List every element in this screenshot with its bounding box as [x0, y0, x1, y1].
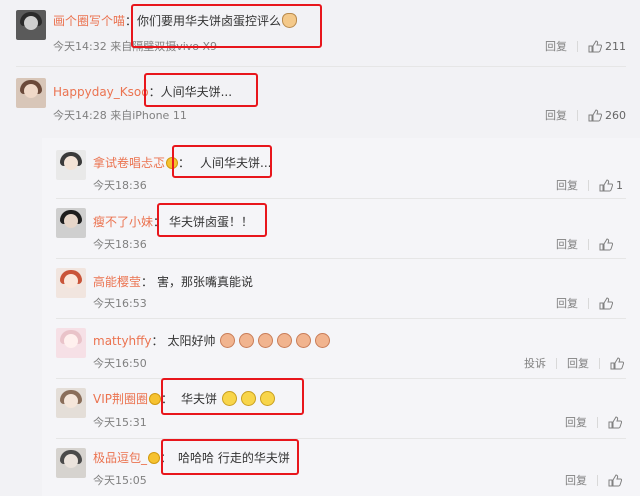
thumbs-up-icon — [588, 108, 602, 121]
divider — [597, 474, 598, 486]
avatar[interactable] — [16, 78, 46, 108]
thumbs-up-icon — [599, 296, 613, 309]
reply-meta: 今天16:53 — [93, 297, 147, 310]
reply-meta: 今天15:31 — [93, 416, 147, 429]
reply-item: mattyhffy： 太阳好帅 今天16:50 投诉 回复 — [0, 320, 640, 378]
avatar[interactable] — [56, 208, 86, 238]
avatar[interactable] — [56, 448, 86, 478]
avatar[interactable] — [56, 150, 86, 180]
thumbs-up-icon — [608, 473, 622, 486]
highlight-box — [161, 378, 304, 415]
reply-item: 高能樱莹： 害，那张嘴真能说 今天16:53 回复 — [0, 260, 640, 318]
member-badge-icon — [148, 452, 161, 464]
reply-button[interactable]: 回复 — [556, 295, 578, 311]
avatar[interactable] — [16, 10, 46, 40]
divider — [588, 179, 589, 191]
divider — [588, 297, 589, 309]
reply-meta: 今天16:50 — [93, 357, 147, 370]
reply-item: 瘦不了小妹： 华夫饼卤蛋！！ 今天18:36 回复 — [0, 200, 640, 258]
thumbs-up-icon — [599, 178, 613, 191]
divider-line — [56, 198, 626, 199]
reply-button[interactable]: 回复 — [556, 236, 578, 252]
reply-text: 太阳好帅 — [167, 334, 216, 348]
divider-line — [56, 258, 626, 259]
like-button[interactable] — [599, 296, 616, 310]
highlight-box — [172, 145, 272, 178]
divider — [599, 357, 600, 369]
thumbs-up-icon — [608, 415, 622, 428]
divider-line — [16, 66, 626, 67]
divider — [588, 238, 589, 250]
reply-item: 极品逗包_：哈哈哈 行走的华夫饼 今天15:05 回复 — [0, 440, 640, 496]
highlight-box — [144, 73, 258, 107]
reply-meta: 今天15:05 — [93, 474, 147, 487]
reply-button[interactable]: 回复 — [567, 355, 589, 371]
reply-item: VIP荆圈圈：华夫饼 今天15:31 回复 — [0, 380, 640, 438]
thumbs-up-icon — [588, 39, 602, 52]
like-button[interactable] — [610, 356, 627, 370]
reply-button[interactable]: 回复 — [565, 472, 587, 488]
like-button[interactable]: 1 — [599, 179, 623, 192]
thumbs-up-icon — [610, 356, 624, 369]
like-button[interactable] — [608, 415, 625, 429]
highlight-box — [161, 439, 299, 475]
avatar[interactable] — [56, 268, 86, 298]
comment-username[interactable]: Happyday_Ksoo — [53, 85, 149, 99]
avatar[interactable] — [56, 388, 86, 418]
reply-username[interactable]: VIP荆圈圈 — [93, 392, 148, 406]
reply-button[interactable]: 回复 — [565, 414, 587, 430]
report-button[interactable]: 投诉 — [524, 355, 546, 371]
divider — [577, 109, 578, 121]
pig-emoji-icon — [315, 333, 331, 348]
like-count: 260 — [605, 108, 626, 122]
pig-emoji-icon — [258, 333, 274, 348]
reply-button[interactable]: 回复 — [556, 177, 578, 193]
reply-item: 拿试卷唱忐忑：人间华夫饼... 今天18:36 回复 1 — [0, 140, 640, 198]
pig-emoji-icon — [277, 333, 293, 348]
reply-username[interactable]: 瘦不了小妹 — [93, 215, 153, 229]
like-button[interactable] — [599, 237, 616, 251]
divider-line — [56, 318, 626, 319]
divider — [556, 357, 557, 369]
pig-emoji-icon — [296, 333, 312, 348]
reply-username[interactable]: mattyhffy — [93, 334, 152, 348]
reply-button[interactable]: 回复 — [545, 107, 567, 123]
reply-username[interactable]: 拿试卷唱忐忑 — [93, 156, 165, 170]
member-badge-icon — [149, 393, 161, 405]
thumbs-up-icon — [599, 237, 613, 250]
reply-text: 害，那张嘴真能说 — [157, 275, 254, 289]
like-count: 211 — [605, 39, 626, 53]
highlight-box — [157, 203, 267, 237]
comment-meta: 今天14:28 来自iPhone 11 — [53, 109, 187, 122]
divider-line — [56, 438, 626, 439]
like-count: 1 — [616, 178, 623, 192]
divider-line — [56, 378, 626, 379]
colon-separator: ： — [141, 275, 154, 289]
reply-username[interactable]: 高能樱莹 — [93, 275, 141, 289]
reply-button[interactable]: 回复 — [545, 38, 567, 54]
avatar[interactable] — [56, 328, 86, 358]
like-button[interactable]: 211 — [588, 40, 626, 53]
like-button[interactable] — [608, 473, 625, 487]
like-button[interactable]: 260 — [588, 109, 626, 122]
divider — [577, 40, 578, 52]
divider — [597, 416, 598, 428]
reply-meta: 今天18:36 — [93, 179, 147, 192]
pig-emoji-icon — [239, 333, 255, 348]
pig-emoji-icon — [220, 333, 236, 348]
comment-username[interactable]: 画个圈写个喵 — [53, 14, 125, 28]
highlight-box — [131, 4, 322, 48]
colon-separator: ： — [151, 334, 164, 348]
reply-username[interactable]: 极品逗包_ — [93, 451, 147, 465]
comment-item: Happyday_Ksoo：人间华夫饼... 今天14:28 来自iPhone … — [0, 68, 640, 136]
reply-meta: 今天18:36 — [93, 238, 147, 251]
